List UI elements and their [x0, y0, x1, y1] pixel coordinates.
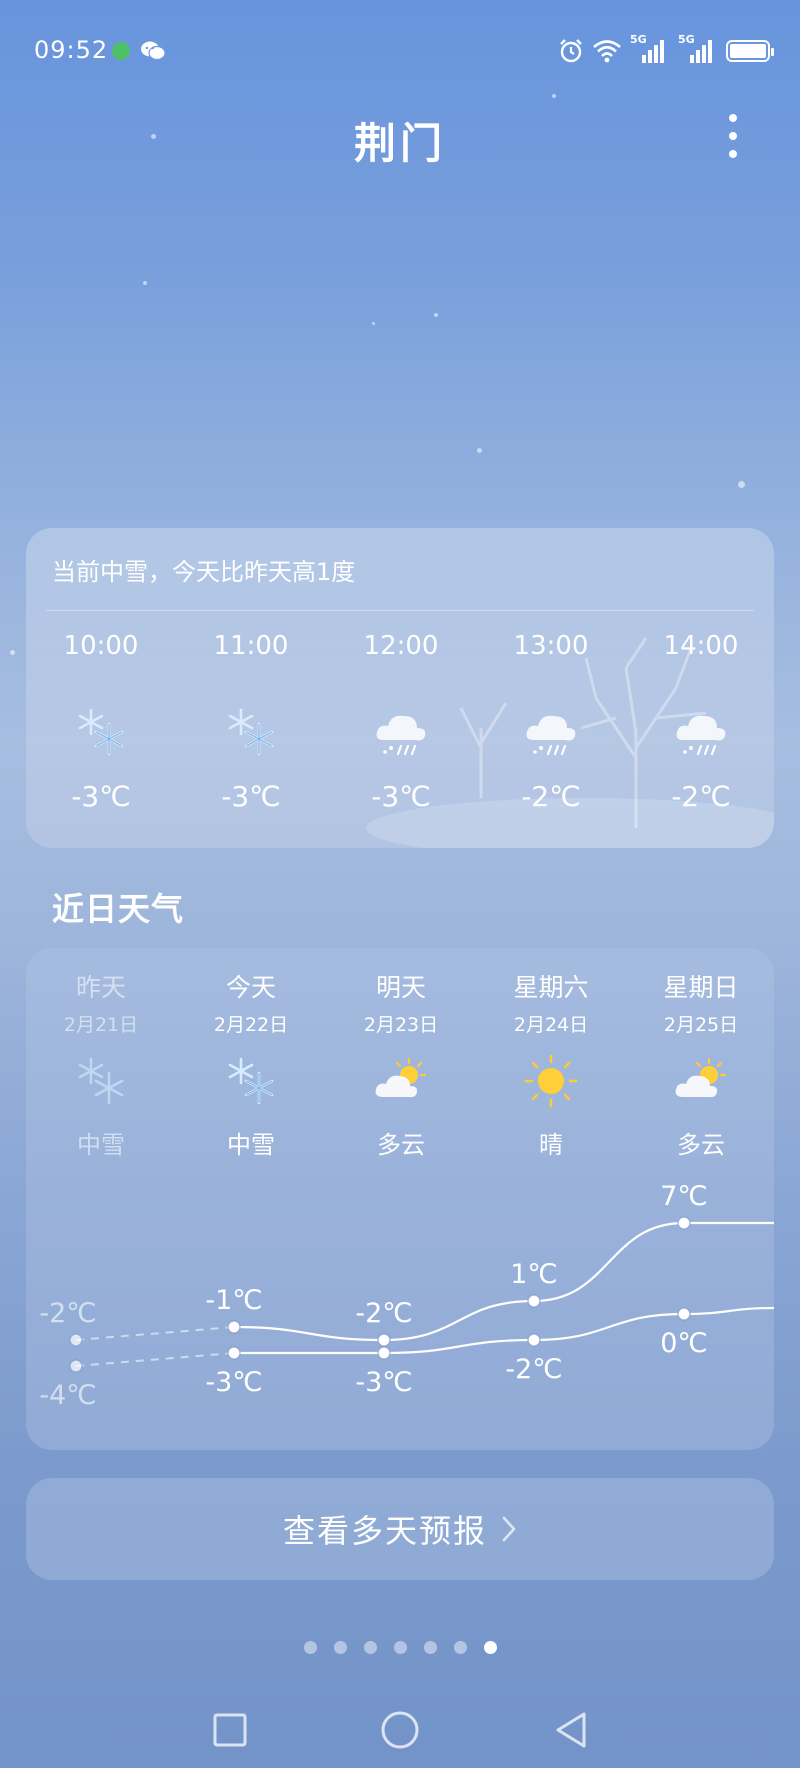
hour-time: 12:00: [363, 631, 439, 661]
page-dot[interactable]: [453, 1641, 467, 1654]
hourly-forecast-card: 当前中雪，今天比昨天高1度 10:00 -3℃ 11:00 -3℃ 12:00: [26, 528, 774, 848]
hour-temp: -2℃: [521, 780, 581, 813]
high-temp-label: 1℃: [510, 1259, 558, 1290]
wechat-icon: [141, 41, 166, 61]
hour-temp: -3℃: [71, 780, 131, 813]
page-dot[interactable]: [303, 1641, 317, 1654]
temperature-trend-chart: -2℃ -1℃ -2℃ 1℃ 7℃ -4℃ -3℃ -3℃ -2℃ 0℃: [39, 1181, 774, 1411]
low-temp-label: 0℃: [660, 1328, 708, 1359]
wifi-icon: [593, 40, 621, 63]
high-temp-point: [377, 1333, 391, 1347]
low-temp-label: -2℃: [505, 1354, 562, 1385]
high-temp-label: 7℃: [660, 1181, 708, 1212]
view-multiday-forecast-button[interactable]: 查看多天预报: [26, 1478, 774, 1580]
status-bar: 09:52 5G 5G: [0, 0, 800, 104]
hourly-item: 13:00 -2℃: [476, 628, 626, 813]
snow-cloud-icon: [376, 715, 426, 756]
hour-time: 10:00: [63, 631, 139, 661]
battery-icon: [726, 40, 774, 62]
green-dot-icon: [112, 42, 130, 60]
system-nav-bar: [0, 1690, 800, 1768]
recent-weather-title: 近日天气: [52, 890, 185, 928]
hourly-item: 12:00 -3℃: [326, 628, 476, 813]
recents-square-icon[interactable]: [200, 1700, 260, 1760]
high-temp-label: -2℃: [39, 1298, 96, 1329]
hour-temp: -3℃: [371, 780, 431, 813]
snow-particle: [143, 281, 147, 285]
snow-particle: [477, 448, 482, 453]
hourly-item: 10:00 -3℃: [26, 628, 176, 813]
low-temp-point: [377, 1346, 391, 1360]
high-temp-point: [227, 1320, 241, 1334]
daily-forecast-card: 昨天 2月21日 中雪 今天 2月22日 中雪 明天 2月23日 多云 星期六 …: [26, 948, 774, 1450]
low-temp-label: -3℃: [205, 1367, 262, 1398]
hour-time: 14:00: [663, 631, 739, 661]
snow-cloud-icon: [676, 715, 726, 756]
high-temp-label: -1℃: [205, 1285, 262, 1316]
snow-particle: [10, 650, 15, 655]
hour-temp: -3℃: [221, 780, 281, 813]
low-temp-label: -3℃: [355, 1367, 412, 1398]
city-title: 荆门: [353, 119, 446, 168]
low-temp-point: [69, 1359, 83, 1373]
page-dot[interactable]: [363, 1641, 377, 1654]
high-temp-line-past: [75, 1326, 235, 1341]
low-temp-point: [527, 1333, 541, 1347]
snowflake-icon: [78, 708, 124, 756]
signal-5g-icon: 5G: [678, 33, 718, 65]
high-temp-point: [527, 1294, 541, 1308]
hour-time: 11:00: [213, 631, 289, 661]
high-temp-point: [677, 1216, 691, 1230]
hourly-item: 14:00 -2℃: [626, 628, 774, 813]
low-temp-line-past: [75, 1352, 235, 1367]
status-right-icons: 5G 5G: [558, 33, 774, 66]
high-temp-point: [69, 1333, 83, 1347]
back-triangle-icon[interactable]: [540, 1700, 600, 1760]
more-vertical-icon[interactable]: [718, 110, 748, 162]
snow-cloud-icon: [526, 715, 576, 756]
snow-particle: [738, 481, 745, 488]
high-temp-label: -2℃: [355, 1298, 412, 1329]
high-temp-line: [233, 1221, 774, 1342]
snow-particle: [372, 322, 375, 325]
low-temp-point: [227, 1346, 241, 1360]
page-dot[interactable]: [333, 1641, 347, 1654]
page-indicator[interactable]: [0, 1641, 800, 1654]
hour-temp: -2℃: [671, 780, 731, 813]
forecast-button-label: 查看多天预报: [282, 1512, 487, 1550]
snowflake-icon: [228, 708, 274, 756]
page-dot[interactable]: [423, 1641, 437, 1654]
page-dot[interactable]: [483, 1641, 497, 1654]
status-time: 09:52: [34, 36, 109, 64]
chevron-right-icon: [502, 1516, 516, 1542]
low-temp-point: [677, 1307, 691, 1321]
signal-5g-icon: 5G: [630, 33, 670, 65]
weather-summary: 当前中雪，今天比昨天高1度: [52, 558, 356, 586]
divider: [46, 610, 754, 611]
hour-time: 13:00: [513, 631, 589, 661]
low-temp-label: -4℃: [39, 1380, 96, 1411]
alarm-icon: [560, 39, 582, 63]
page-dot[interactable]: [393, 1641, 407, 1654]
home-circle-icon[interactable]: [370, 1700, 430, 1760]
hourly-item: 11:00 -3℃: [176, 628, 326, 813]
snow-particle: [434, 313, 438, 317]
